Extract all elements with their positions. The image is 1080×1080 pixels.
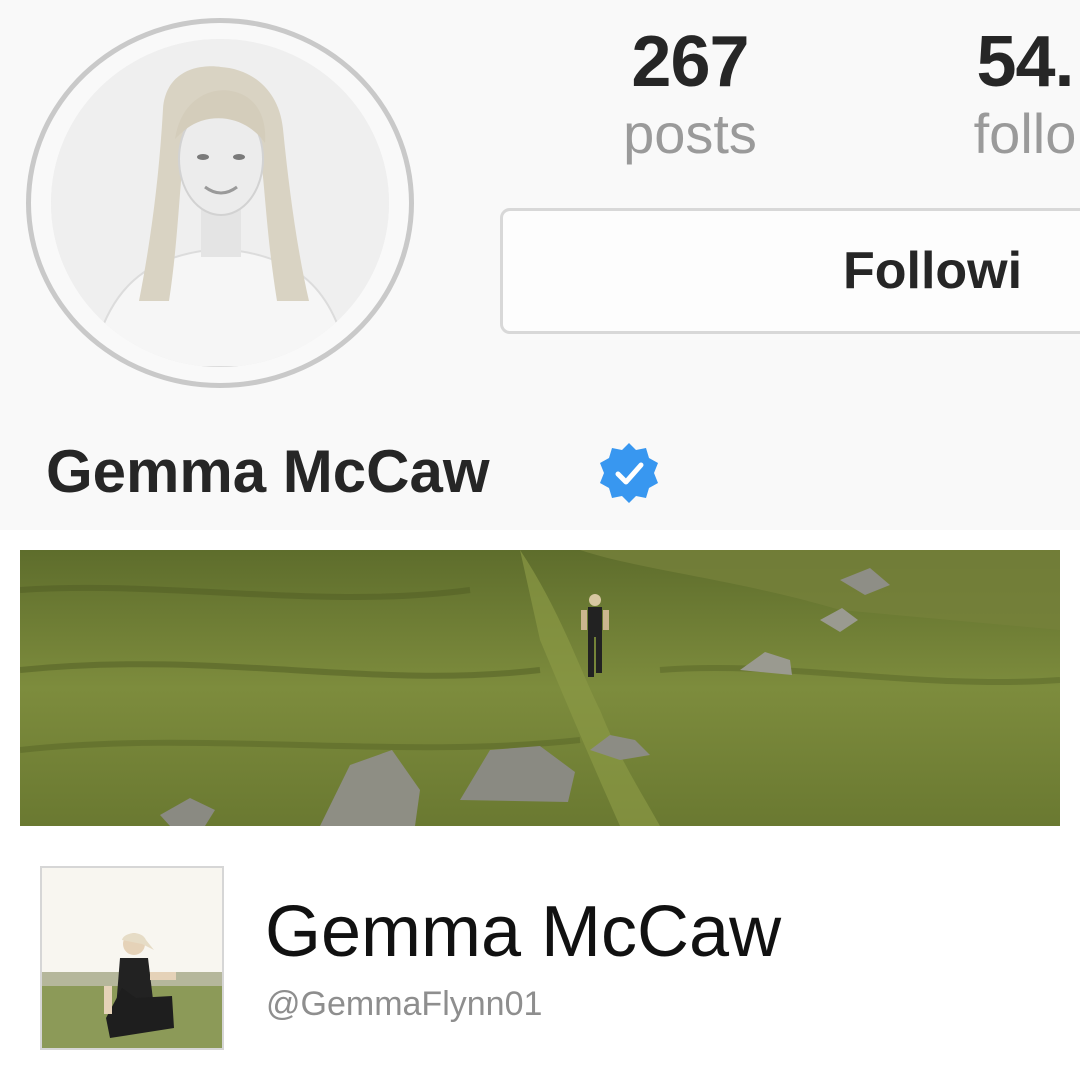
followers-stat[interactable]: 54. follo (905, 22, 1080, 166)
profile-photo (51, 39, 389, 367)
followers-label: follo (973, 102, 1077, 165)
profile-name: Gemma McCaw (46, 438, 490, 505)
banner-photo (20, 550, 1060, 826)
card-name: Gemma McCaw (265, 892, 782, 972)
posts-label: posts (623, 102, 757, 165)
card-handle[interactable]: @GemmaFlynn01 (266, 984, 542, 1024)
grass-hillside-image (20, 550, 1060, 826)
profile-header: 267 posts 54. follo Followi Gemma McCaw (0, 0, 1080, 530)
posts-stat[interactable]: 267 posts (590, 22, 790, 166)
verified-badge-icon (600, 443, 658, 503)
posts-count: 267 (631, 22, 749, 102)
card-avatar-photo (42, 868, 222, 1048)
profile-avatar (51, 39, 389, 367)
card-avatar[interactable] (40, 866, 224, 1050)
following-button[interactable]: Followi (500, 208, 1080, 334)
followers-count: 54. (976, 22, 1074, 102)
profile-avatar-ring[interactable] (26, 18, 414, 388)
following-button-label: Followi (843, 242, 1023, 300)
